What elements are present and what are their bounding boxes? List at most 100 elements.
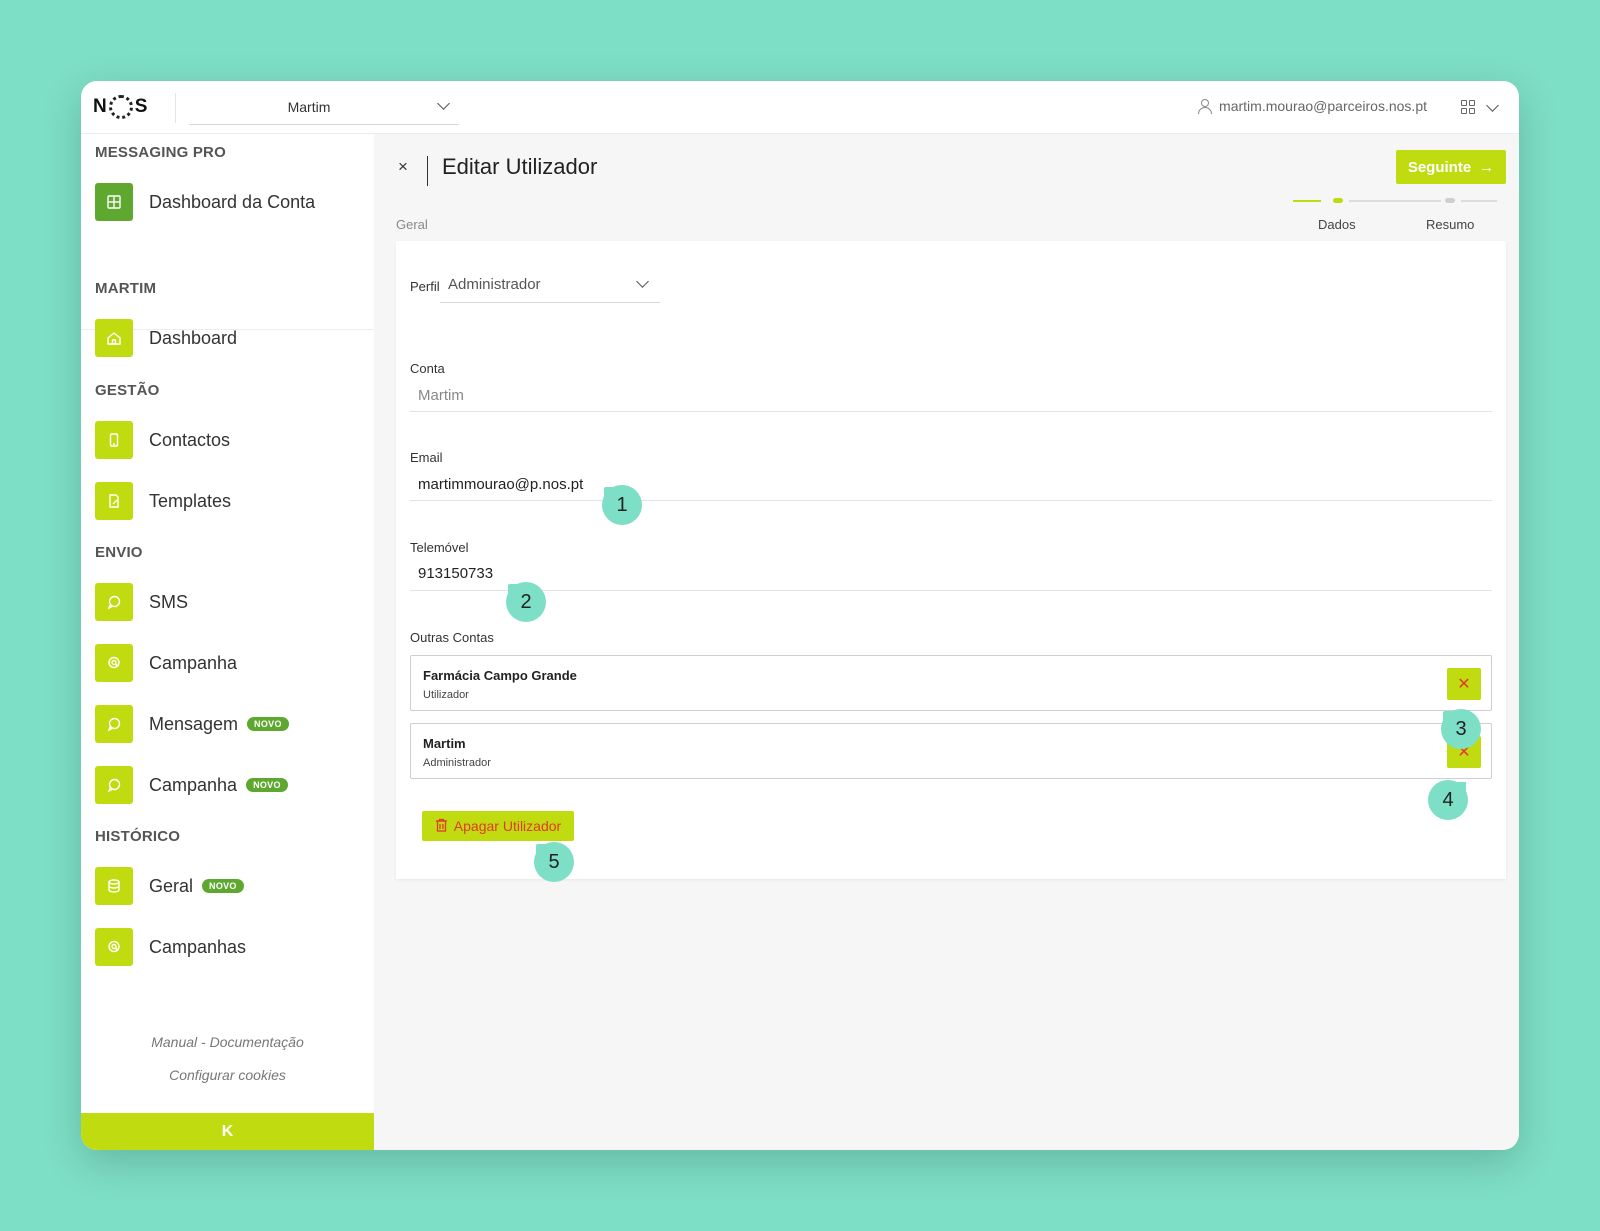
sidebar-item-campanhas[interactable]: Campanhas xyxy=(95,928,246,966)
perfil-select[interactable]: Administrador xyxy=(440,265,660,303)
sidebar-item-label: Mensagem xyxy=(149,713,239,734)
conta-field: Martim xyxy=(418,387,464,404)
logo-sun-icon xyxy=(108,95,133,119)
remove-account-button[interactable]: ✕ xyxy=(1447,668,1481,700)
email-field[interactable]: martimmourao@p.nos.pt xyxy=(418,476,583,493)
step-dados[interactable]: Dados xyxy=(1318,217,1356,232)
conta-label: Conta xyxy=(410,361,445,376)
new-badge: NOVO xyxy=(247,717,289,731)
delete-user-button[interactable]: Apagar Utilizador xyxy=(422,811,574,841)
other-account-role: Administrador xyxy=(423,757,491,769)
conta-underline xyxy=(410,411,1492,412)
sidebar-item-label: Campanha xyxy=(149,774,238,795)
email-underline xyxy=(410,500,1492,501)
sidebar-item-campanha[interactable]: Campanha xyxy=(95,644,237,682)
sidebar: MESSAGING PRO Dashboard da Conta MARTIM … xyxy=(81,134,374,1150)
sidebar-item-label: SMS xyxy=(149,591,189,612)
sidebar-item-contactos[interactable]: Contactos xyxy=(95,421,230,459)
section-label: Geral xyxy=(396,217,428,232)
chat-bubble-icon xyxy=(95,766,133,804)
callout-marker: 2 xyxy=(506,582,546,622)
user-email: martim.mourao@parceiros.nos.pt xyxy=(1219,98,1427,114)
sidebar-item-label: Contactos xyxy=(149,429,231,450)
app-window: N S Martim martim.mourao@parceiros.nos.p… xyxy=(81,81,1519,1150)
user-form-card: Perfil Administrador Conta Martim Email … xyxy=(396,241,1506,879)
account-selector-value: Martim xyxy=(287,99,331,115)
step-resumo[interactable]: Resumo xyxy=(1426,217,1474,232)
arrow-right-icon: → xyxy=(1479,158,1495,176)
chat-bubble-icon xyxy=(95,705,133,743)
callout-marker: 4 xyxy=(1428,780,1468,820)
perfil-label: Perfil xyxy=(410,279,440,294)
nos-logo[interactable]: N S xyxy=(93,93,163,121)
cookies-link[interactable]: Configurar cookies xyxy=(81,1067,374,1083)
page-title: Editar Utilizador xyxy=(442,154,598,179)
phone-underline xyxy=(410,590,1492,591)
trash-icon xyxy=(435,818,448,835)
callout-marker: 3 xyxy=(1441,709,1481,749)
close-button[interactable]: × xyxy=(398,157,408,177)
top-bar: N S Martim martim.mourao@parceiros.nos.p… xyxy=(81,81,1519,134)
manual-link[interactable]: Manual - Documentação xyxy=(81,1034,374,1050)
other-accounts-label: Outras Contas xyxy=(410,630,494,645)
other-account-name: Farmácia Campo Grande xyxy=(423,668,577,683)
sidebar-item-account-dashboard[interactable]: Dashboard da Conta xyxy=(95,183,315,221)
other-account-item: Farmácia Campo Grande Utilizador ✕ xyxy=(410,655,1492,711)
email-label: Email xyxy=(410,450,443,465)
callout-marker: 1 xyxy=(602,485,642,525)
logo-letter-s: S xyxy=(134,96,148,117)
phone-field[interactable]: 913150733 xyxy=(418,565,493,582)
chat-bubble-icon xyxy=(95,583,133,621)
sidebar-item-label: Templates xyxy=(149,490,232,511)
edit-document-icon xyxy=(95,482,133,520)
chevron-down-icon xyxy=(437,97,450,110)
sidebar-item-sms[interactable]: SMS xyxy=(95,583,188,621)
sidebar-item-mensagem[interactable]: Mensagem NOVO xyxy=(95,705,289,743)
logo-letter-n: N xyxy=(93,96,107,117)
stepper-dot xyxy=(1445,198,1455,203)
callout-marker: 5 xyxy=(534,842,574,882)
account-selector[interactable]: Martim xyxy=(189,91,459,125)
user-menu[interactable]: martim.mourao@parceiros.nos.pt xyxy=(1197,98,1427,114)
stepper-dot-active xyxy=(1333,198,1343,203)
other-account-role: Utilizador xyxy=(423,689,469,701)
perfil-value: Administrador xyxy=(448,276,541,293)
sidebar-item-label: Campanhas xyxy=(149,936,247,957)
stepper-progress xyxy=(1293,200,1321,202)
sidebar-collapse-button[interactable]: K xyxy=(81,1113,374,1150)
chevron-down-icon xyxy=(636,275,649,288)
chat-search-icon xyxy=(95,928,133,966)
sidebar-section-gestao: GESTÃO xyxy=(95,382,160,399)
database-icon xyxy=(95,867,133,905)
sidebar-item-label: Dashboard da Conta xyxy=(149,191,316,212)
sidebar-item-geral[interactable]: Geral NOVO xyxy=(95,867,244,905)
other-account-item: Martim Administrador ✕ xyxy=(410,723,1492,779)
sidebar-section-historico: HISTÓRICO xyxy=(95,828,181,845)
collapse-icon: K xyxy=(221,1122,234,1140)
other-account-name: Martim xyxy=(423,736,466,751)
title-divider xyxy=(427,156,428,186)
sidebar-item-campanha-2[interactable]: Campanha NOVO xyxy=(95,766,288,804)
apps-grid-icon[interactable] xyxy=(1461,100,1475,114)
user-icon xyxy=(1197,99,1213,114)
layout-grid-icon xyxy=(95,183,133,221)
sidebar-section-envio: ENVIO xyxy=(95,544,143,561)
new-badge: NOVO xyxy=(246,778,288,792)
topbar-divider xyxy=(175,93,176,123)
close-icon: ✕ xyxy=(1457,676,1471,693)
next-button[interactable]: Seguinte → xyxy=(1396,150,1506,184)
sidebar-product-title: MESSAGING PRO xyxy=(95,144,226,161)
sidebar-item-templates[interactable]: Templates xyxy=(95,482,231,520)
sidebar-item-label: Geral xyxy=(149,875,194,896)
chat-search-icon xyxy=(95,644,133,682)
delete-user-label: Apagar Utilizador xyxy=(453,818,562,834)
chevron-down-icon[interactable] xyxy=(1486,99,1499,112)
sidebar-item-dashboard[interactable]: Dashboard xyxy=(95,319,237,357)
home-icon xyxy=(95,319,133,357)
sidebar-item-label: Dashboard xyxy=(149,327,238,348)
stepper-track xyxy=(1461,200,1497,202)
sidebar-item-label: Campanha xyxy=(149,652,238,673)
next-button-label: Seguinte xyxy=(1407,158,1472,176)
new-badge: NOVO xyxy=(202,879,244,893)
stepper-track xyxy=(1349,200,1441,202)
